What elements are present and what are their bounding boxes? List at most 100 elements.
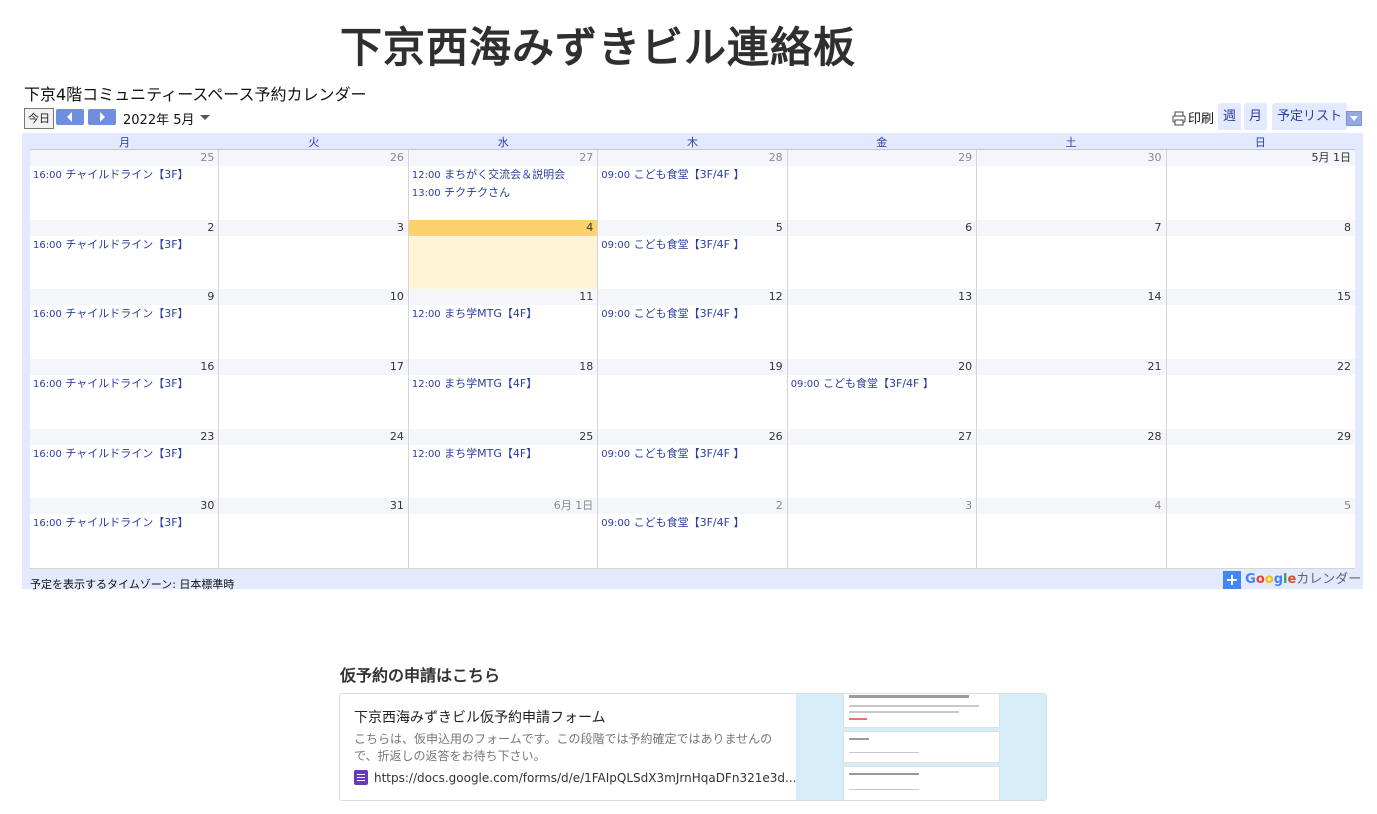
day-cell[interactable]: 13: [786, 289, 977, 359]
next-button[interactable]: [88, 109, 116, 125]
day-cell[interactable]: 2 16:00 チャイルドライン【3F】: [30, 220, 219, 289]
day-cell[interactable]: 2 09:00 こども食堂【3F/4F 】: [597, 498, 787, 568]
day-cell[interactable]: 7: [976, 220, 1166, 289]
day-cell[interactable]: 3: [786, 498, 977, 568]
tab-week[interactable]: 週: [1218, 103, 1242, 130]
day-cell[interactable]: 5月 1日: [1165, 150, 1355, 220]
day-number[interactable]: 30: [30, 498, 219, 514]
day-number[interactable]: 23: [30, 429, 219, 445]
day-cell[interactable]: 17: [218, 359, 408, 429]
day-number[interactable]: 26: [598, 429, 787, 445]
day-cell[interactable]: 6: [786, 220, 977, 289]
day-cell[interactable]: 11 12:00 まち学MTG【4F】: [407, 289, 598, 359]
day-cell[interactable]: 10: [218, 289, 408, 359]
day-cell[interactable]: 19: [597, 359, 787, 429]
day-cell[interactable]: 8: [1165, 220, 1355, 289]
day-number[interactable]: 27: [408, 150, 598, 166]
date-picker-dropdown[interactable]: [200, 115, 210, 120]
calendar-event[interactable]: 12:00 まち学MTG【4F】: [409, 445, 597, 463]
tab-agenda[interactable]: 予定リスト: [1272, 103, 1348, 130]
calendar-event[interactable]: 09:00 こども食堂【3F/4F 】: [598, 166, 786, 184]
calendar-event[interactable]: 16:00 チャイルドライン【3F】: [30, 445, 218, 463]
day-cell[interactable]: 26 09:00 こども食堂【3F/4F 】: [597, 429, 787, 498]
calendar-event[interactable]: 09:00 こども食堂【3F/4F 】: [788, 375, 976, 393]
day-cell-today[interactable]: 4: [407, 220, 598, 289]
day-cell[interactable]: 4: [976, 498, 1166, 568]
day-number[interactable]: 22: [1166, 359, 1355, 375]
view-menu-dropdown[interactable]: [1346, 111, 1362, 126]
day-cell[interactable]: 16 16:00 チャイルドライン【3F】: [30, 359, 219, 429]
calendar-event[interactable]: 12:00 まちがく交流会＆説明会: [409, 166, 597, 184]
day-cell[interactable]: 3: [218, 220, 408, 289]
day-cell[interactable]: 15: [1165, 289, 1355, 359]
print-button[interactable]: 印刷: [1172, 108, 1214, 127]
day-number[interactable]: 2: [598, 498, 787, 514]
day-number[interactable]: 16: [30, 359, 219, 375]
day-number[interactable]: 15: [1166, 289, 1355, 305]
today-button[interactable]: 今日: [24, 108, 54, 129]
day-cell[interactable]: 31: [218, 498, 408, 568]
day-number[interactable]: 14: [977, 289, 1166, 305]
day-cell[interactable]: 21: [976, 359, 1166, 429]
day-number[interactable]: 17: [219, 359, 408, 375]
day-number[interactable]: 5: [1166, 498, 1355, 514]
day-cell[interactable]: 14: [976, 289, 1166, 359]
day-number[interactable]: 20: [787, 359, 977, 375]
google-calendar-badge[interactable]: + Googleカレンダー: [1223, 571, 1361, 589]
day-number[interactable]: 26: [219, 150, 408, 166]
form-link-card[interactable]: 下京西海みずきビル仮予約申請フォーム こちらは、仮申込用のフォームです。この段階…: [339, 693, 1047, 801]
calendar-event[interactable]: 09:00 こども食堂【3F/4F 】: [598, 236, 786, 254]
day-number[interactable]: 6月 1日: [408, 498, 598, 514]
day-number[interactable]: 4: [977, 498, 1166, 514]
day-number[interactable]: 5月 1日: [1166, 150, 1355, 166]
calendar-event[interactable]: 16:00 チャイルドライン【3F】: [30, 236, 218, 254]
day-cell[interactable]: 20 09:00 こども食堂【3F/4F 】: [786, 359, 977, 429]
day-number[interactable]: 19: [598, 359, 787, 375]
calendar-event[interactable]: 09:00 こども食堂【3F/4F 】: [598, 305, 786, 323]
prev-button[interactable]: [56, 109, 84, 125]
day-cell[interactable]: 24: [218, 429, 408, 498]
day-cell[interactable]: 29: [1165, 429, 1355, 498]
day-cell[interactable]: 25 12:00 まち学MTG【4F】: [407, 429, 598, 498]
day-cell[interactable]: 29: [786, 150, 977, 220]
calendar-event[interactable]: 12:00 まち学MTG【4F】: [409, 305, 597, 323]
calendar-event[interactable]: 16:00 チャイルドライン【3F】: [30, 375, 218, 393]
day-number[interactable]: 7: [977, 220, 1166, 236]
day-cell[interactable]: 28: [976, 429, 1166, 498]
day-cell[interactable]: 6月 1日: [407, 498, 598, 568]
calendar-event[interactable]: 12:00 まち学MTG【4F】: [409, 375, 597, 393]
day-number[interactable]: 6: [787, 220, 977, 236]
day-number[interactable]: 12: [598, 289, 787, 305]
day-cell[interactable]: 9 16:00 チャイルドライン【3F】: [30, 289, 219, 359]
day-number[interactable]: 3: [219, 220, 408, 236]
day-cell[interactable]: 5 09:00 こども食堂【3F/4F 】: [597, 220, 787, 289]
day-number[interactable]: 2: [30, 220, 219, 236]
day-cell[interactable]: 28 09:00 こども食堂【3F/4F 】: [597, 150, 787, 220]
day-cell[interactable]: 22: [1165, 359, 1355, 429]
calendar-event[interactable]: 16:00 チャイルドライン【3F】: [30, 514, 218, 532]
day-cell[interactable]: 25 16:00 チャイルドライン【3F】: [30, 150, 219, 220]
calendar-event[interactable]: 09:00 こども食堂【3F/4F 】: [598, 514, 786, 532]
day-number[interactable]: 28: [598, 150, 787, 166]
day-number[interactable]: 11: [408, 289, 598, 305]
day-cell[interactable]: 30: [976, 150, 1166, 220]
day-cell[interactable]: 12 09:00 こども食堂【3F/4F 】: [597, 289, 787, 359]
day-cell[interactable]: 26: [218, 150, 408, 220]
day-number[interactable]: 21: [977, 359, 1166, 375]
day-number[interactable]: 28: [977, 429, 1166, 445]
day-number[interactable]: 10: [219, 289, 408, 305]
day-cell[interactable]: 23 16:00 チャイルドライン【3F】: [30, 429, 219, 498]
tab-month[interactable]: 月: [1244, 103, 1268, 130]
day-number[interactable]: 8: [1166, 220, 1355, 236]
day-number[interactable]: 29: [787, 150, 977, 166]
day-number[interactable]: 9: [30, 289, 219, 305]
day-number[interactable]: 29: [1166, 429, 1355, 445]
day-number[interactable]: 3: [787, 498, 977, 514]
day-number[interactable]: 25: [408, 429, 598, 445]
day-cell[interactable]: 5: [1165, 498, 1355, 568]
day-number[interactable]: 30: [977, 150, 1166, 166]
day-number[interactable]: 5: [598, 220, 787, 236]
day-number[interactable]: 25: [30, 150, 219, 166]
day-cell[interactable]: 30 16:00 チャイルドライン【3F】: [30, 498, 219, 568]
day-number[interactable]: 13: [787, 289, 977, 305]
